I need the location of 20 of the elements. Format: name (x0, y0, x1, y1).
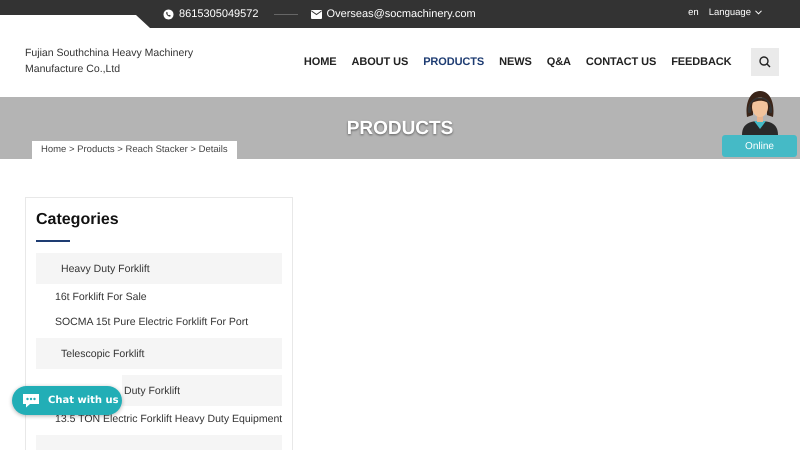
category-link[interactable]: SOCMA 15t Pure Electric Forklift For Port (36, 309, 282, 334)
nav-link[interactable]: HOME (296, 56, 344, 68)
nav-link[interactable]: PRODUCTS (416, 56, 492, 68)
category-link[interactable]: 16t Forklift For Sale (36, 284, 282, 309)
language-code: en (688, 6, 699, 18)
nav-link[interactable]: Q&A (539, 56, 578, 68)
section-heading: Categories (36, 211, 119, 229)
email-address[interactable]: Overseas@socmachinery.com (326, 8, 476, 20)
category-group[interactable]: Duty Forklift (122, 375, 282, 406)
breadcrumb: Home > Products > Reach Stacker > Details (32, 141, 237, 159)
page-title: PRODUCTS (346, 118, 454, 140)
phone-number[interactable]: 8615305049572 (179, 8, 259, 20)
category-group[interactable]: Telescopic Forklift (36, 338, 282, 369)
nav-link[interactable]: FEEDBACK (664, 56, 739, 68)
category-group[interactable]: Heavy Duty Forklift (36, 253, 282, 284)
nav-link[interactable]: ABOUT US (344, 56, 416, 68)
company-name: Fujian Southchina Heavy Machinery Manufacture Co.,Ltd (25, 46, 194, 74)
nav-link[interactable]: CONTACT US (578, 56, 664, 68)
nav-link[interactable]: NEWS (492, 56, 540, 68)
language-selector[interactable]: Language (708, 6, 762, 18)
